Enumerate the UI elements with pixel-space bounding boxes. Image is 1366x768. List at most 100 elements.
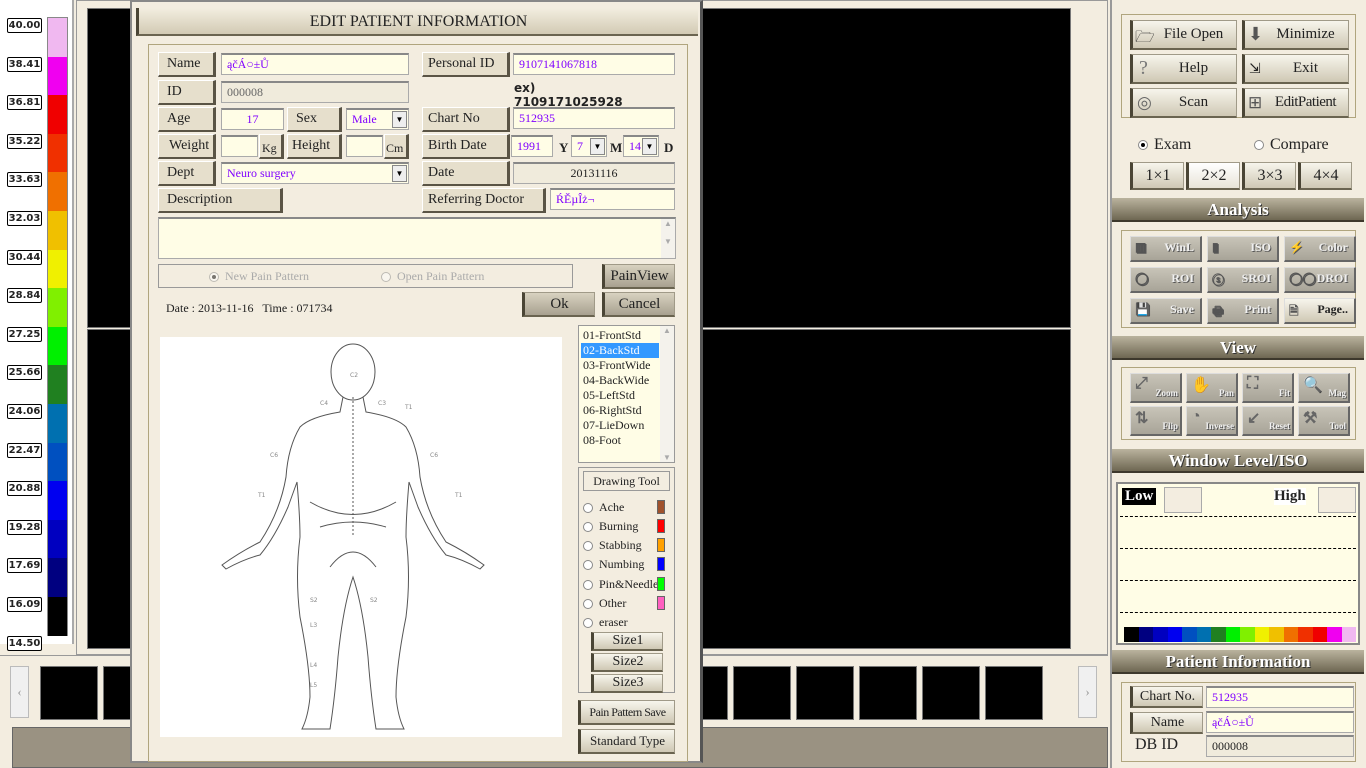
edit-patient-button[interactable]: ⊞ EditPatient bbox=[1242, 88, 1349, 118]
sroi-button[interactable]: ⓢ SROI bbox=[1207, 267, 1279, 293]
mag-button[interactable]: 🔍 Mag bbox=[1298, 373, 1350, 403]
iso-button[interactable]: ▮ ISO bbox=[1207, 236, 1279, 262]
referring-doctor-input[interactable]: ŔĚµÎż¬ bbox=[550, 188, 675, 210]
file-open-button[interactable]: 🗁 File Open bbox=[1130, 20, 1237, 50]
chart-no-input[interactable]: 512935 bbox=[513, 107, 675, 129]
id-input: 000008 bbox=[221, 81, 409, 103]
cancel-button[interactable]: Cancel bbox=[602, 292, 675, 317]
minimize-button[interactable]: ⬇ Minimize bbox=[1242, 20, 1349, 50]
svg-text:T1: T1 bbox=[404, 404, 413, 411]
save-button[interactable]: 💾 Save bbox=[1130, 298, 1202, 324]
thumbnail[interactable] bbox=[859, 666, 917, 720]
exam-radio[interactable]: Exam bbox=[1138, 136, 1191, 154]
high-input[interactable] bbox=[1318, 487, 1356, 513]
tool-numbing-radio[interactable]: Numbing bbox=[583, 557, 673, 572]
body-type-item[interactable]: 07-LieDown bbox=[581, 418, 659, 433]
analysis-header: Analysis bbox=[1112, 198, 1364, 222]
fit-button[interactable]: ⛶ Fit bbox=[1242, 373, 1294, 403]
thumbnail[interactable] bbox=[733, 666, 791, 720]
tool-burning-radio[interactable]: Burning bbox=[583, 519, 673, 534]
chevron-down-icon[interactable]: ▼ bbox=[642, 138, 657, 155]
layout-4×4-button[interactable]: 4×4 bbox=[1298, 162, 1352, 190]
body-type-item[interactable]: 05-LeftStd bbox=[581, 388, 659, 403]
zoom-button[interactable]: ⤢ Zoom bbox=[1130, 373, 1182, 403]
tool-button[interactable]: ⚒ Tool bbox=[1298, 406, 1350, 436]
personal-id-input[interactable]: 9107141067818 bbox=[513, 53, 675, 75]
scale-label: 16.09 bbox=[7, 597, 42, 612]
weight-input[interactable] bbox=[221, 135, 258, 157]
view-header: View bbox=[1112, 336, 1364, 360]
body-type-item[interactable]: 04-BackWide bbox=[581, 373, 659, 388]
winl-button[interactable]: ▥ WinL bbox=[1130, 236, 1202, 262]
body-type-item[interactable]: 01-FrontStd bbox=[581, 328, 659, 343]
birth-year-input[interactable]: 1991 bbox=[511, 135, 553, 157]
layout-1×1-button[interactable]: 1×1 bbox=[1130, 162, 1184, 190]
dept-select[interactable]: Neuro surgery ▼ bbox=[221, 162, 409, 184]
sex-select[interactable]: Male ▼ bbox=[346, 108, 409, 130]
description-textarea[interactable]: ▲ ▼ bbox=[158, 217, 676, 259]
color-swatch bbox=[657, 557, 665, 571]
scale-label: 19.28 bbox=[7, 519, 42, 535]
day-unit: D bbox=[664, 140, 674, 155]
size-button[interactable]: Size2 bbox=[591, 653, 663, 672]
new-pain-pattern-radio[interactable]: New Pain Pattern bbox=[209, 265, 309, 287]
body-type-list[interactable]: 01-FrontStd 02-BackStd 03-FrontWide 04-Back… bbox=[578, 325, 675, 463]
reset-button[interactable]: ↙ Reset bbox=[1242, 406, 1294, 436]
thumbnail[interactable] bbox=[796, 666, 854, 720]
droi-button[interactable]: ◯◯ DROI bbox=[1284, 267, 1356, 293]
tool-stabbing-radio[interactable]: Stabbing bbox=[583, 538, 673, 553]
list-scrollbar[interactable]: ▲ ▼ bbox=[660, 326, 674, 462]
size-button[interactable]: Size1 bbox=[591, 632, 663, 651]
name-input[interactable]: ąčÁ○±Ů bbox=[221, 53, 409, 75]
compare-radio[interactable]: Compare bbox=[1254, 136, 1329, 154]
low-input[interactable] bbox=[1164, 487, 1202, 513]
scale-color-band bbox=[48, 558, 67, 598]
tool-other-radio[interactable]: Other bbox=[583, 596, 673, 611]
name-button[interactable]: Name bbox=[1130, 712, 1203, 734]
window-level-panel[interactable]: Low High bbox=[1116, 482, 1360, 645]
layout-3×3-button[interactable]: 3×3 bbox=[1242, 162, 1296, 190]
svg-text:T1: T1 bbox=[257, 492, 266, 499]
tool-ache-radio[interactable]: Ache bbox=[583, 500, 673, 515]
chevron-down-icon[interactable]: ▼ bbox=[392, 165, 407, 182]
flip-button[interactable]: ⇅ Flip bbox=[1130, 406, 1182, 436]
painview-button[interactable]: PainView bbox=[602, 264, 675, 289]
age-input[interactable]: 17 bbox=[221, 108, 284, 130]
thumbnail[interactable] bbox=[40, 666, 98, 720]
ok-button[interactable]: Ok bbox=[522, 292, 595, 317]
textarea-scrollbar[interactable]: ▲ ▼ bbox=[661, 219, 675, 258]
page-button[interactable]: 🗎 Page.. bbox=[1284, 298, 1356, 324]
height-input[interactable] bbox=[346, 135, 383, 157]
scroll-right-button[interactable]: › bbox=[1078, 666, 1097, 718]
pan-button[interactable]: ✋ Pan bbox=[1186, 373, 1238, 403]
body-type-item[interactable]: 03-FrontWide bbox=[581, 358, 659, 373]
body-diagram-canvas[interactable]: C2 C4 C3 T1 C6 C6 T1 T1 S2 S2 L3 L4 L5 bbox=[160, 337, 562, 737]
birth-month-select[interactable]: 7 ▼ bbox=[571, 135, 607, 157]
help-button[interactable]: ? Help bbox=[1130, 54, 1237, 84]
radio-icon bbox=[583, 599, 593, 610]
scale-label: 27.25 bbox=[7, 326, 42, 342]
pain-pattern-save-button[interactable]: Pain Pattern Save bbox=[578, 700, 675, 725]
chevron-down-icon[interactable]: ▼ bbox=[392, 111, 407, 128]
body-type-item[interactable]: 06-RightStd bbox=[581, 403, 659, 418]
tool-pin-needle-radio[interactable]: Pin&Needle bbox=[583, 577, 673, 592]
exit-button[interactable]: ⇲ Exit bbox=[1242, 54, 1349, 84]
body-type-item[interactable]: 02-BackStd bbox=[581, 343, 659, 358]
layout-2×2-button[interactable]: 2×2 bbox=[1186, 162, 1240, 190]
thumbnail[interactable] bbox=[922, 666, 980, 720]
size-button[interactable]: Size3 bbox=[591, 674, 663, 693]
print-button[interactable]: 🖶 Print bbox=[1207, 298, 1279, 324]
tool-eraser-radio[interactable]: eraser bbox=[583, 615, 673, 630]
scan-button[interactable]: ◎ Scan bbox=[1130, 88, 1237, 118]
standard-type-button[interactable]: Standard Type bbox=[578, 729, 675, 754]
inverse-button[interactable]: ◔ Inverse bbox=[1186, 406, 1238, 436]
color-button[interactable]: ⚡ Color bbox=[1284, 236, 1356, 262]
chart-no-button[interactable]: Chart No. bbox=[1130, 686, 1203, 708]
body-type-item[interactable]: 08-Foot bbox=[581, 433, 659, 448]
birth-day-select[interactable]: 14 ▼ bbox=[623, 135, 659, 157]
scroll-left-button[interactable]: ‹ bbox=[10, 666, 29, 718]
thumbnail[interactable] bbox=[985, 666, 1043, 720]
open-pain-pattern-radio[interactable]: Open Pain Pattern bbox=[381, 265, 484, 287]
chevron-down-icon[interactable]: ▼ bbox=[590, 138, 605, 155]
roi-button[interactable]: ◯ ROI bbox=[1130, 267, 1202, 293]
